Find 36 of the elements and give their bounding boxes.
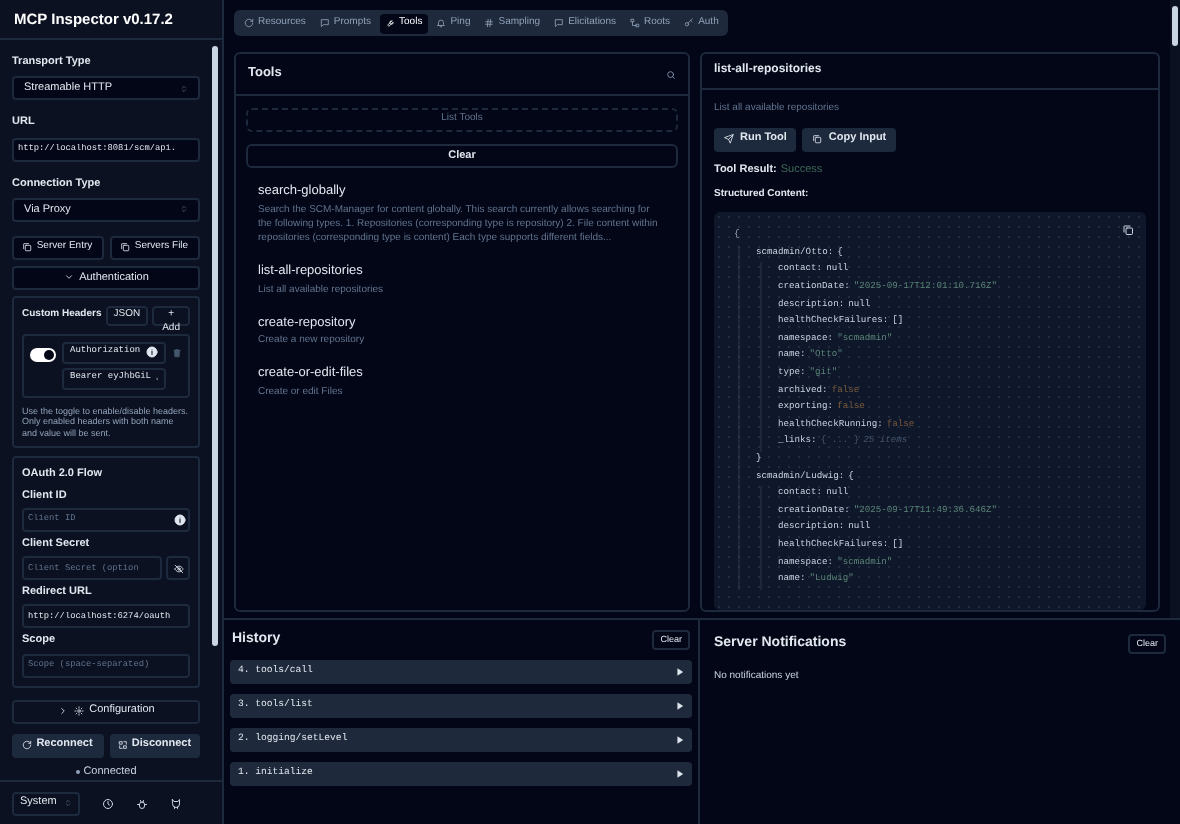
info-icon (146, 346, 158, 359)
copy-icon (120, 242, 131, 253)
search-icon (666, 69, 676, 79)
copy-icon (1122, 224, 1134, 237)
settings-icon (73, 706, 84, 716)
wrench-icon (385, 18, 396, 28)
bell-icon (436, 18, 447, 28)
history-button[interactable] (102, 797, 114, 809)
play-icon (676, 701, 684, 709)
cat-head-icon (170, 797, 182, 809)
refresh-icon (244, 18, 254, 28)
search-button[interactable] (666, 69, 676, 79)
message-icon (319, 18, 330, 28)
trash-icon (172, 347, 182, 358)
bug-icon (136, 797, 148, 809)
send-icon (724, 134, 734, 144)
cat-head-button[interactable] (170, 797, 182, 809)
copy-button[interactable] (1122, 224, 1134, 237)
copy-icon (22, 242, 33, 253)
unplug-icon (117, 740, 128, 750)
bug-button[interactable] (136, 797, 148, 809)
chevron-icon (63, 272, 74, 283)
hash-icon (484, 18, 495, 28)
refresh-icon (22, 740, 33, 750)
network-icon (630, 18, 640, 28)
copy-icon (812, 134, 823, 144)
history-icon (102, 797, 114, 809)
toggle-visibility-button[interactable] (166, 556, 190, 580)
message-icon (554, 18, 565, 28)
header-toggle[interactable] (30, 347, 56, 362)
play-icon (676, 769, 684, 777)
chevron-icon (57, 706, 68, 716)
play-icon (676, 667, 684, 675)
info-icon (174, 513, 186, 526)
play-icon (676, 735, 684, 743)
key-icon (684, 18, 695, 28)
